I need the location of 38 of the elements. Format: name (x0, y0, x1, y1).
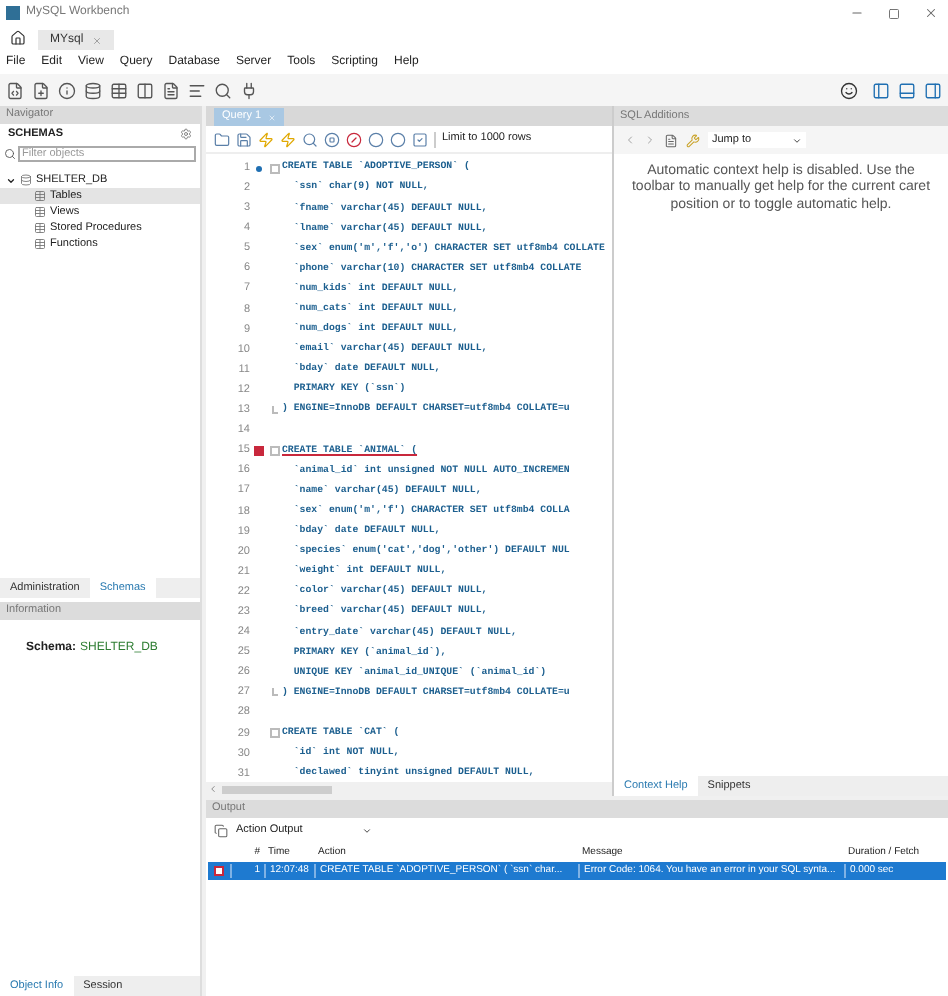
stop-on-error-icon[interactable] (346, 131, 362, 147)
copy-icon[interactable] (214, 824, 228, 838)
plug-icon[interactable] (240, 81, 258, 99)
rollback-icon[interactable] (390, 131, 406, 147)
horizontal-scrollbar[interactable] (206, 782, 612, 796)
panel-toggle-icon[interactable] (924, 81, 942, 99)
fold-toggle-icon[interactable] (269, 728, 279, 739)
panel-toggle-icon[interactable] (872, 81, 890, 99)
autocommit-icon[interactable] (412, 131, 428, 147)
procedure-icon[interactable] (162, 81, 180, 99)
commit-icon[interactable] (368, 131, 384, 147)
maximize-icon[interactable] (888, 7, 900, 19)
view-icon[interactable] (136, 81, 154, 99)
function-icon[interactable] (188, 81, 206, 99)
fold-toggle-icon[interactable] (269, 445, 279, 456)
save-icon[interactable] (236, 131, 252, 147)
search-icon[interactable] (302, 131, 318, 147)
new-file-icon[interactable] (32, 81, 50, 99)
sql-editor[interactable] (206, 106, 614, 796)
help-icon[interactable] (664, 133, 678, 147)
scroll-left-icon[interactable] (208, 784, 218, 794)
table-icon[interactable] (110, 81, 128, 99)
database-icon[interactable] (84, 81, 102, 99)
panel-toggle-icon[interactable] (898, 81, 916, 99)
app-icon (6, 6, 20, 20)
dropdown-caret-icon[interactable] (362, 826, 373, 836)
search-icon[interactable] (214, 81, 232, 99)
home-icon[interactable] (10, 30, 26, 46)
smiley-icon[interactable] (840, 81, 858, 99)
search-icon (4, 148, 16, 160)
sql-file-icon[interactable] (6, 81, 24, 99)
database-icon (20, 174, 32, 186)
settings-icon[interactable] (180, 128, 192, 140)
info-icon[interactable] (58, 81, 76, 99)
fold-toggle-icon[interactable] (269, 163, 279, 174)
dropdown-caret-icon[interactable] (791, 135, 802, 145)
stop-icon[interactable] (324, 131, 340, 147)
close-icon[interactable] (924, 6, 938, 20)
